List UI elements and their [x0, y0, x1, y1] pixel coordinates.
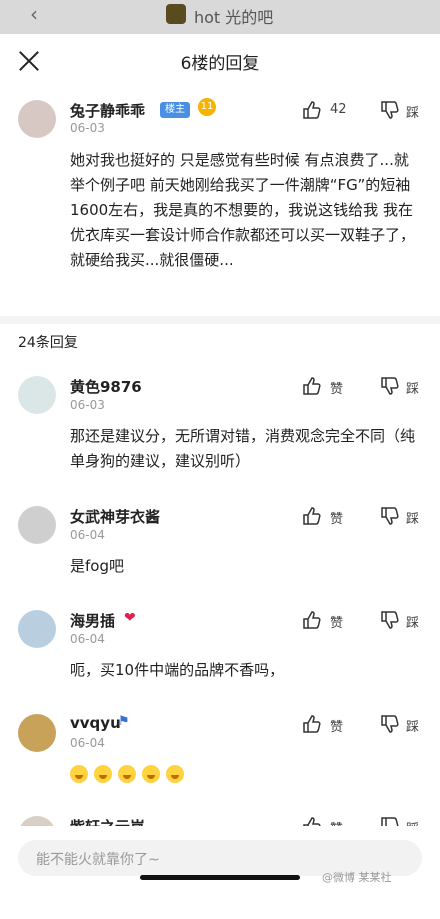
avatar[interactable]: [18, 100, 56, 138]
username[interactable]: 兔子静乖乖: [70, 100, 145, 121]
like-label: 赞: [330, 382, 344, 397]
avatar[interactable]: [18, 506, 56, 544]
dislike-label: 踩: [406, 720, 420, 735]
avatar[interactable]: [18, 714, 56, 752]
app-icon: [166, 4, 186, 24]
grin-emoji-icon: [70, 765, 88, 783]
reply-date: 06-04: [70, 736, 105, 750]
thumbs-up-icon: [303, 507, 321, 525]
level-badge: 11: [198, 98, 216, 116]
thumbs-down-icon: [381, 101, 399, 119]
dislike-label: 踩: [406, 616, 420, 631]
username[interactable]: 黄色9876: [70, 376, 142, 397]
sheet-header: 6楼的回复: [0, 34, 440, 88]
like-label: 赞: [330, 616, 344, 631]
username[interactable]: vvqyu: [70, 714, 121, 732]
watermark: @微博 某某社: [322, 871, 392, 884]
lips-icon: ❤: [124, 610, 136, 626]
post-date: 06-03: [70, 121, 105, 135]
thumbs-down-icon: [381, 715, 399, 733]
reply-text: 那还是建议分，无所谓对错，消费观念完全不同（纯单身狗的建议，建议别听）: [70, 427, 416, 470]
post-text: 她对我也挺好的 只是感觉有些时候 有点浪费了...就举个例子吧 前天她刚给我买了…: [70, 151, 416, 269]
grin-emoji-icon: [166, 765, 184, 783]
background-page-title: hot 光的吧: [194, 8, 274, 27]
reply-input-placeholder: 能不能火就靠你了~: [36, 852, 160, 868]
thumbs-up-icon: [303, 377, 321, 395]
thumbs-up-icon: [303, 715, 321, 733]
op-badge: 楼主: [160, 102, 190, 118]
thumbs-down-icon: [381, 377, 399, 395]
thumbs-up-icon: [303, 611, 321, 629]
reply-sheet: 6楼的回复 兔子静乖乖 楼主 11 06-03 42 踩 她对我也挺好的 只是感…: [0, 34, 440, 919]
reply-emoji-row: [70, 762, 420, 788]
username[interactable]: 女武神芽衣酱: [70, 506, 160, 527]
grin-emoji-icon: [118, 765, 136, 783]
thumbs-down-icon: [381, 611, 399, 629]
like-label: 赞: [330, 512, 344, 527]
dislike-label: 踩: [406, 382, 420, 397]
dislike-label: 踩: [406, 106, 420, 121]
reply-date: 06-04: [70, 632, 105, 646]
reply-date: 06-03: [70, 398, 105, 412]
avatar[interactable]: [18, 610, 56, 648]
avatar[interactable]: [18, 376, 56, 414]
sheet-title: 6楼的回复: [180, 54, 260, 74]
username[interactable]: 海男插: [70, 610, 115, 631]
flag-icon: ⚑: [118, 714, 130, 729]
home-indicator[interactable]: [140, 875, 300, 880]
thumbs-down-icon: [381, 507, 399, 525]
dislike-label: 踩: [406, 512, 420, 527]
divider: [0, 316, 440, 324]
grin-emoji-icon: [94, 765, 112, 783]
reply-text: 呃，买10件中端的品牌不香吗，: [70, 661, 285, 679]
like-count: 42: [330, 102, 347, 117]
reply-count: 24条回复: [18, 335, 78, 351]
back-arrow-icon[interactable]: ‹: [30, 2, 38, 26]
reply-date: 06-04: [70, 528, 105, 542]
grin-emoji-icon: [142, 765, 160, 783]
reply-text: 是fog吧: [70, 557, 124, 575]
background-page-strip: ‹ hot 光的吧: [0, 0, 440, 34]
thumbs-up-icon: [303, 101, 321, 119]
like-label: 赞: [330, 720, 344, 735]
